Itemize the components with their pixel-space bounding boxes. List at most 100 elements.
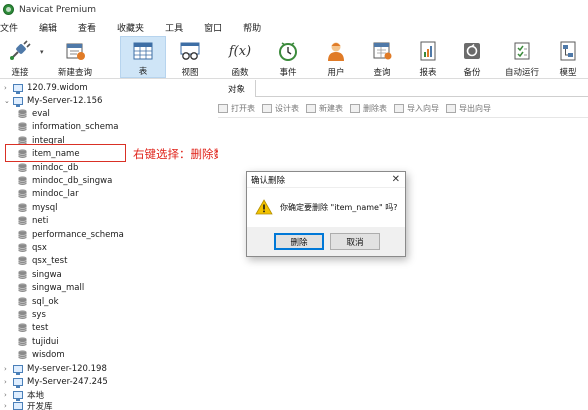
expand-arrow-icon[interactable]: ›: [4, 391, 11, 399]
user-button[interactable]: 用户: [316, 36, 356, 78]
table-label: 表: [138, 67, 148, 77]
database-icon: [18, 337, 27, 346]
report-label: 报表: [419, 68, 437, 78]
connection-item[interactable]: › My-Server-247.245: [4, 375, 108, 389]
export-wizard-label: 导出向导: [459, 103, 491, 113]
expand-arrow-icon[interactable]: ›: [4, 84, 11, 92]
database-icon: [18, 230, 27, 239]
open-table-button[interactable]: 打开表: [218, 103, 255, 114]
expand-arrow-icon[interactable]: ›: [4, 402, 11, 410]
clock-icon: [276, 39, 300, 63]
open-table-label: 打开表: [231, 103, 255, 113]
connection-item[interactable]: › 120.79.widom: [4, 81, 88, 94]
menu-favorites[interactable]: 收藏夹: [111, 21, 150, 34]
query-button[interactable]: 查询: [362, 36, 402, 78]
database-item[interactable]: sql_ok: [18, 295, 59, 308]
database-icon: [18, 310, 27, 320]
backup-icon: [460, 39, 484, 63]
database-item[interactable]: neti: [18, 215, 48, 228]
annotation-highlight-box: [5, 144, 126, 162]
connection-label: 120.79.widom: [27, 82, 88, 93]
plug-icon: [8, 39, 32, 63]
database-item[interactable]: singwa_mall: [18, 282, 84, 295]
database-label: test: [32, 323, 49, 334]
import-wizard-label: 导入向导: [407, 103, 439, 113]
design-table-label: 设计表: [275, 103, 299, 113]
menu-help[interactable]: 帮助: [237, 21, 267, 34]
database-label: neti: [32, 216, 49, 227]
dialog-title: 确认删除: [247, 172, 405, 188]
connection-item[interactable]: › 本地: [4, 389, 44, 402]
function-button[interactable]: f(x) 函数: [220, 36, 260, 79]
view-icon: [178, 39, 202, 63]
new-table-label: 新建表: [319, 103, 343, 113]
database-item[interactable]: mindoc_db_singwa: [18, 174, 112, 187]
collapse-arrow-icon[interactable]: ⌄: [4, 97, 11, 105]
query-label: 查询: [373, 68, 391, 78]
view-button[interactable]: 视图: [170, 36, 210, 78]
navicat-logo-icon: [3, 4, 14, 15]
database-icon: [18, 189, 27, 199]
database-item[interactable]: information_schema: [18, 121, 119, 134]
warning-icon: [255, 199, 273, 215]
cancel-button[interactable]: 取消: [330, 233, 380, 250]
table-icon: [131, 40, 155, 62]
menu-edit[interactable]: 编辑: [33, 21, 63, 34]
event-button[interactable]: 事件: [268, 36, 308, 78]
database-label: qsx_test: [32, 256, 68, 267]
connection-item[interactable]: › 开发库: [4, 402, 53, 410]
table-button[interactable]: 表: [120, 36, 166, 78]
user-label: 用户: [327, 68, 345, 78]
model-icon: [556, 39, 580, 63]
connect-dropdown-icon[interactable]: ▾: [40, 48, 44, 56]
window-title: Navicat Premium: [19, 4, 96, 15]
export-wizard-icon: [446, 103, 456, 113]
report-button[interactable]: 报表: [408, 36, 448, 78]
model-label: 模型: [559, 68, 577, 78]
database-item[interactable]: eval: [18, 107, 50, 120]
connection-item[interactable]: ⌄ My-Server-12.156: [4, 94, 102, 107]
delete-button[interactable]: 删除: [274, 233, 324, 250]
autorun-button[interactable]: 自动运行: [500, 36, 544, 78]
backup-button[interactable]: 备份: [452, 36, 492, 78]
connect-button[interactable]: 连接: [4, 36, 36, 78]
export-wizard-button[interactable]: 导出向导: [446, 103, 491, 114]
import-wizard-button[interactable]: 导入向导: [394, 103, 439, 114]
new-table-button[interactable]: 新建表: [306, 103, 343, 114]
connection-label: My-Server-247.245: [27, 377, 108, 388]
database-item[interactable]: qsx_test: [18, 255, 67, 268]
event-label: 事件: [279, 68, 297, 78]
database-item[interactable]: singwa: [18, 268, 62, 281]
new-query-label: 新建查询: [57, 68, 92, 78]
database-item[interactable]: tujidui: [18, 335, 59, 348]
delete-table-button[interactable]: 删除表: [350, 103, 387, 114]
database-item[interactable]: qsx: [18, 241, 47, 254]
new-query-button[interactable]: 新建查询: [52, 36, 98, 78]
model-button[interactable]: 模型: [550, 36, 586, 78]
database-item[interactable]: sys: [18, 308, 46, 321]
menu-file[interactable]: 文件: [0, 21, 24, 34]
database-item[interactable]: mindoc_db: [18, 161, 78, 174]
database-item[interactable]: performance_schema: [18, 228, 124, 241]
database-icon: [18, 109, 27, 119]
expand-arrow-icon[interactable]: ›: [4, 365, 11, 373]
import-wizard-icon: [394, 103, 404, 113]
design-table-button[interactable]: 设计表: [262, 103, 299, 114]
close-icon[interactable]: ✕: [392, 174, 400, 186]
connection-label: My-Server-12.156: [27, 95, 103, 106]
database-item[interactable]: test: [18, 322, 48, 335]
database-item[interactable]: mindoc_lar: [18, 188, 79, 201]
menu-view[interactable]: 查看: [72, 21, 102, 34]
tab-objects[interactable]: 对象: [218, 80, 256, 97]
database-item[interactable]: mysql: [18, 201, 58, 214]
expand-arrow-icon[interactable]: ›: [4, 378, 11, 386]
database-item[interactable]: wisdom: [18, 349, 65, 362]
database-icon: [18, 270, 27, 279]
menu-tools[interactable]: 工具: [159, 21, 189, 34]
connection-item[interactable]: › My-server-120.198: [4, 362, 107, 375]
open-table-icon: [218, 103, 228, 113]
confirm-delete-dialog: 确认删除 ✕ 你确定要删除 "item_name" 吗? 删除 取消: [246, 171, 406, 257]
menu-window[interactable]: 窗口: [198, 21, 228, 34]
database-icon: [18, 297, 27, 306]
connect-label: 连接: [11, 68, 29, 78]
